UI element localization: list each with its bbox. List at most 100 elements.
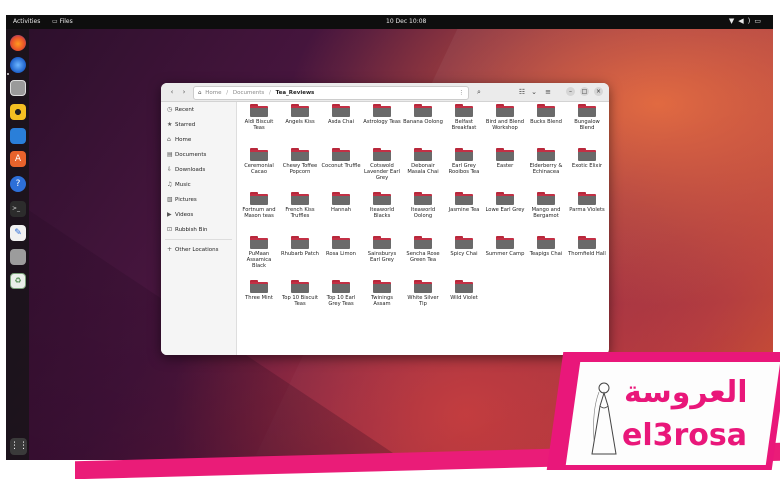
folder-item[interactable]: Fortnum and Mason teas [239, 192, 279, 219]
folder-item[interactable]: Debonair Masala Chai [403, 148, 443, 175]
folder-icon [537, 148, 555, 161]
files-icon[interactable] [10, 80, 26, 96]
back-button[interactable]: ‹ [167, 87, 177, 97]
search-icon[interactable]: ⌕ [473, 86, 485, 98]
folder-icon [373, 104, 391, 117]
chevron-down-icon[interactable]: ⌄ [528, 86, 540, 98]
folder-item[interactable]: Summer Camp [485, 236, 525, 257]
thunderbird-icon[interactable] [10, 57, 26, 73]
folder-label: Sencha Rose Green Tea [406, 251, 440, 264]
folder-item[interactable]: Top 10 Biscuit Teas [280, 280, 320, 307]
folder-item[interactable]: PuMaan Assamica Black [239, 236, 279, 270]
folder-item[interactable]: Sainsburys Earl Grey [362, 236, 402, 263]
folder-label: Asda Chai [328, 119, 354, 125]
folder-item[interactable]: Exotic Elixir [567, 148, 607, 169]
folder-item[interactable]: White Silver Tip [403, 280, 443, 307]
folder-item[interactable]: Aldi Biscuit Teas [239, 104, 279, 131]
writer-icon[interactable] [10, 128, 26, 144]
blank-app-icon[interactable] [10, 249, 26, 265]
folder-item[interactable]: Teapigs Chai [526, 236, 566, 257]
view-toggle-icon[interactable]: ☷ [516, 86, 528, 98]
folder-item[interactable]: Lowe Earl Grey [485, 192, 525, 213]
folder-item[interactable]: Angels Kiss [280, 104, 320, 125]
folder-icon [496, 192, 514, 205]
forward-button[interactable]: › [179, 87, 189, 97]
sidebar-item-recent[interactable]: ◷ Recent [167, 105, 194, 115]
sidebar-item-pictures[interactable]: ▧ Pictures [167, 195, 197, 205]
terminal-icon[interactable]: >_ [10, 201, 26, 217]
folder-label: Bungalow Blend [574, 119, 600, 132]
folder-icon [455, 148, 473, 161]
grid-icon[interactable]: ⋮⋮ [10, 438, 28, 455]
folder-label: Fortnum and Mason teas [242, 207, 276, 220]
folder-item[interactable]: Top 10 Earl Grey Teas [321, 280, 361, 307]
folder-item[interactable]: Parma Violets [567, 192, 607, 213]
breadcrumb-current[interactable]: Tea_Reviews [276, 87, 315, 99]
folder-item[interactable]: Bucks Blend [526, 104, 566, 125]
folder-item[interactable]: Astrology Teas [362, 104, 402, 125]
sidebar-item-music[interactable]: ♫ Music [167, 180, 191, 190]
path-bar[interactable]: ⌂ Home / Documents / Tea_Reviews ⋮ [193, 86, 469, 100]
folder-item[interactable]: Wild Violet [444, 280, 484, 301]
picture-icon: ▧ [167, 196, 173, 203]
breadcrumb-documents[interactable]: Documents [233, 87, 264, 99]
folder-item[interactable]: Rosa Limon [321, 236, 361, 257]
folder-item[interactable]: Easter [485, 148, 525, 169]
folder-item[interactable]: Bird and Blend Workshop [485, 104, 525, 131]
software-icon[interactable]: A [10, 151, 26, 167]
sidebar-item-documents[interactable]: ▤ Documents [167, 150, 206, 160]
folder-item[interactable]: Coconut Truffle [321, 148, 361, 169]
path-menu-icon[interactable]: ⋮ [459, 87, 465, 99]
sidebar-item-other-locations[interactable]: + Other Locations [167, 245, 219, 255]
folder-item[interactable]: Three Mint [239, 280, 279, 301]
breadcrumb-home[interactable]: Home [205, 87, 221, 99]
rhythmbox-icon[interactable] [10, 104, 26, 120]
folder-icon [455, 280, 473, 293]
folder-icon [414, 104, 432, 117]
sidebar-item-videos[interactable]: ▶ Videos [167, 210, 193, 220]
sidebar-item-label: Documents [175, 152, 207, 158]
sidebar-item-downloads[interactable]: ⇩ Downloads [167, 165, 205, 175]
folder-item[interactable]: Cotswold Lavender Earl Grey [362, 148, 402, 182]
system-tray[interactable]: ▼◀)▭ [729, 17, 765, 25]
sidebar-item-rubbish-bin[interactable]: ⊡ Rubbish Bin [167, 225, 207, 235]
folder-item[interactable]: Bungalow Blend [567, 104, 607, 131]
text-editor-icon[interactable]: ✎ [10, 225, 26, 241]
folder-item[interactable]: Sencha Rose Green Tea [403, 236, 443, 263]
folder-item[interactable]: Chewy Toffee Popcorn [280, 148, 320, 175]
folder-item[interactable]: Ceremonial Cacao [239, 148, 279, 175]
folder-icon [496, 148, 514, 161]
folder-item[interactable]: Asda Chai [321, 104, 361, 125]
folder-label: Thornfield Hall [568, 251, 606, 257]
folder-item[interactable]: Belfast Breakfast [444, 104, 484, 131]
folder-item[interactable]: Banana Oolong [403, 104, 443, 125]
folder-item[interactable]: Mango and Bergamot [526, 192, 566, 219]
folder-item[interactable]: Iteaworld Blacks [362, 192, 402, 219]
folder-item[interactable]: Rhubarb Patch [280, 236, 320, 257]
firefox-icon[interactable] [10, 35, 26, 51]
folder-label: Top 10 Biscuit Teas [282, 295, 318, 308]
menu-icon[interactable]: ≡ [542, 86, 554, 98]
folder-item[interactable]: Thornfield Hall [567, 236, 607, 257]
app-menu[interactable]: ▭ Files [52, 18, 73, 25]
folder-item[interactable]: French Kiss Truffles [280, 192, 320, 219]
activities-button[interactable]: Activities [13, 18, 40, 25]
folder-label: Parma Violets [569, 207, 605, 213]
minimize-button[interactable]: – [566, 87, 575, 96]
clock[interactable]: 10 Dec 10:08 [386, 18, 426, 25]
sidebar-item-starred[interactable]: ★ Starred [167, 120, 195, 130]
folder-item[interactable]: Hannah [321, 192, 361, 213]
folder-item[interactable]: Jasmine Tea [444, 192, 484, 213]
folder-item[interactable]: Twinings Assam [362, 280, 402, 307]
maximize-button[interactable]: □ [580, 87, 589, 96]
folder-item[interactable]: Iteaworld Oolong [403, 192, 443, 219]
folder-item[interactable]: Earl Grey Rooibos Tea [444, 148, 484, 175]
folder-icon [578, 148, 596, 161]
folder-item[interactable]: Elderberry & Echinacea [526, 148, 566, 175]
folder-icon [537, 104, 555, 117]
close-button[interactable]: × [594, 87, 603, 96]
folder-item[interactable]: Spicy Chai [444, 236, 484, 257]
trash-icon[interactable]: ♻ [10, 273, 26, 289]
sidebar-item-home[interactable]: ⌂ Home [167, 135, 191, 145]
help-icon[interactable]: ? [10, 176, 26, 192]
